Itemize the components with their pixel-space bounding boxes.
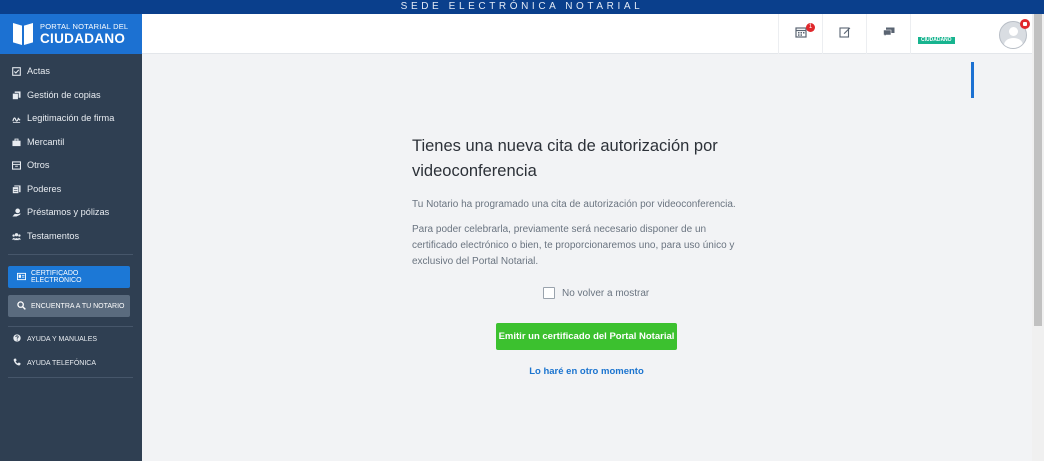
help-manuals-label: AYUDA Y MANUALES (27, 335, 98, 343)
messages-button[interactable] (866, 14, 910, 54)
notice-details: Para poder celebrarla, previamente será … (412, 224, 735, 267)
find-notary-button[interactable]: ENCUENTRA A TU NOTARIO (8, 295, 130, 317)
id-card-icon (17, 272, 31, 283)
calendar-button[interactable]: 1 (778, 14, 822, 54)
sidebar-item-actas[interactable]: Actas (12, 66, 50, 76)
sidebar-item-label: Poderes (27, 184, 62, 194)
certificate-button[interactable]: CERTIFICADO ELECTRÓNICO (8, 266, 130, 288)
sidebar-item-label: Mercantil (27, 137, 65, 147)
sidebar-item-label: Legitimación de firma (27, 113, 115, 123)
edit-button[interactable] (822, 14, 866, 54)
portal-logo[interactable]: PORTAL NOTARIAL DEL CIUDADANO (0, 14, 142, 54)
site-banner: SEDE ELECTRÓNICA NOTARIAL (0, 0, 1044, 14)
page-scrollbar[interactable] (1032, 14, 1044, 461)
sidebar-item-label: Otros (27, 160, 50, 170)
sidebar-item-copias[interactable]: Gestión de copias (12, 90, 101, 100)
logo-mark-icon (13, 23, 33, 45)
sidebar-item-label: Actas (27, 66, 50, 76)
sidebar-item-poderes[interactable]: Poderes (12, 184, 61, 194)
logo-line1: PORTAL NOTARIAL DEL (40, 22, 129, 31)
notice-intro: Tu Notario ha programado una cita de aut… (412, 199, 736, 210)
sidebar-item-testamentos[interactable]: Testamentos (12, 231, 79, 241)
sidebar: Actas Gestión de copias Legitimación de … (0, 54, 142, 461)
user-avatar-head (1009, 27, 1018, 36)
scrollbar-thumb[interactable] (1034, 14, 1042, 326)
sidebar-item-label: Testamentos (27, 231, 80, 241)
role-area (910, 14, 979, 54)
later-link[interactable]: Lo haré en otro momento (496, 366, 677, 377)
notice-title-line2: videoconferencia (412, 162, 537, 180)
sidebar-item-mercantil[interactable]: Mercantil (12, 137, 64, 147)
copy-icon (12, 90, 21, 100)
lock-badge-icon (1020, 19, 1030, 29)
phone-help-label: AYUDA TELEFÓNICA (27, 359, 96, 367)
edit-icon (838, 25, 851, 43)
signature-icon (12, 114, 21, 123)
user-avatar-body (1004, 38, 1023, 48)
question-icon (13, 334, 27, 344)
top-header: 1 CIUDADANO (142, 14, 1032, 54)
notice-title-line1: Tienes una nueva cita de autorización po… (412, 137, 718, 155)
sidebar-item-label: Préstamos y pólizas (27, 207, 110, 217)
box-icon (12, 160, 21, 170)
certificate-button-label: CERTIFICADO ELECTRÓNICO (31, 270, 82, 284)
phone-icon (13, 358, 27, 368)
documents-icon (12, 184, 21, 194)
dont-show-again-row[interactable]: No volver a mostrar (543, 287, 649, 299)
sidebar-item-otros[interactable]: Otros (12, 160, 49, 170)
hand-coin-icon (12, 208, 21, 217)
help-manuals-link[interactable]: AYUDA Y MANUALES (13, 334, 97, 344)
sidebar-item-label: Gestión de copias (27, 90, 101, 100)
notice-title: Tienes una nueva cita de autorización po… (412, 134, 752, 184)
chat-icon (882, 25, 895, 43)
search-icon (17, 300, 31, 312)
issue-certificate-button[interactable]: Emitir un certificado del Portal Notaria… (496, 323, 677, 350)
logo-line2: CIUDADANO (40, 30, 126, 46)
find-notary-button-label: ENCUENTRA A TU NOTARIO (31, 302, 125, 310)
check-square-icon (12, 66, 21, 76)
phone-help-link[interactable]: AYUDA TELEFÓNICA (13, 358, 96, 368)
role-tag: CIUDADANO (918, 37, 955, 44)
sidebar-divider (8, 326, 133, 327)
calendar-badge: 1 (806, 23, 815, 32)
briefcase-icon (12, 138, 21, 147)
sidebar-divider (8, 377, 133, 378)
header-indicator (971, 62, 974, 98)
dont-show-again-label: No volver a mostrar (562, 287, 650, 299)
sidebar-item-legitimacion[interactable]: Legitimación de firma (12, 113, 114, 123)
appointment-notice: Tienes una nueva cita de autorización po… (412, 134, 752, 270)
calendar-icon (794, 25, 807, 43)
sidebar-divider (8, 254, 133, 255)
people-icon (12, 232, 21, 241)
sidebar-item-prestamos[interactable]: Préstamos y pólizas (12, 207, 109, 217)
dont-show-again-checkbox[interactable] (543, 287, 555, 299)
